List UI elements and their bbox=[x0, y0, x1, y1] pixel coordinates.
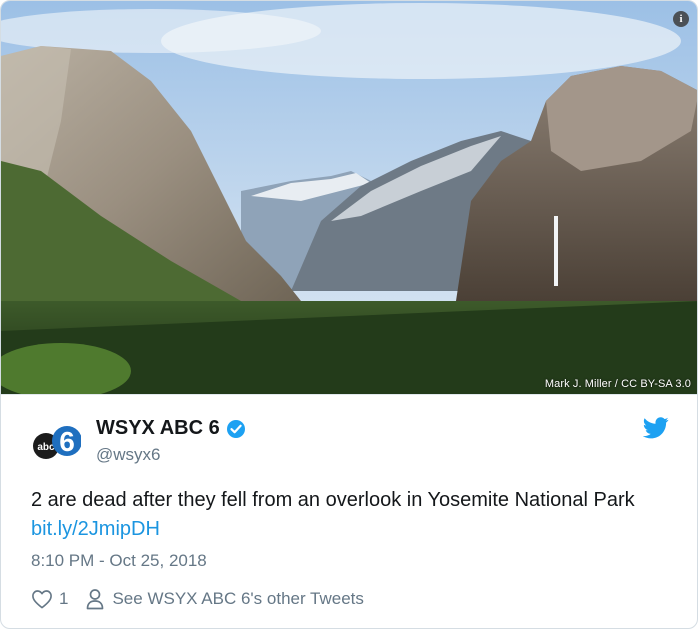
tweet-photo[interactable]: i Mark J. Miller / CC BY-SA 3.0 bbox=[1, 1, 697, 394]
author-name-row[interactable]: WSYX ABC 6 bbox=[96, 417, 246, 440]
info-icon[interactable]: i bbox=[673, 11, 689, 27]
twitter-bird-icon[interactable] bbox=[643, 417, 669, 439]
tweet-text: 2 are dead after they fell from an overl… bbox=[31, 486, 671, 544]
verified-badge-icon bbox=[226, 419, 245, 438]
account-handle[interactable]: @wsyx6 bbox=[96, 445, 161, 465]
svg-text:6: 6 bbox=[59, 426, 75, 457]
tweet-timestamp[interactable]: 8:10 PM - Oct 25, 2018 bbox=[31, 551, 207, 571]
tweet-link[interactable]: bit.ly/2JmipDH bbox=[31, 518, 160, 540]
see-other-tweets-link[interactable]: See WSYX ABC 6's other Tweets bbox=[112, 589, 363, 609]
display-name[interactable]: WSYX ABC 6 bbox=[96, 417, 220, 440]
account-avatar[interactable]: abc 6 bbox=[31, 415, 81, 465]
tweet-body: abc 6 WSYX ABC 6 @wsyx6 2 are dead after… bbox=[1, 394, 697, 628]
heart-icon[interactable] bbox=[31, 589, 53, 609]
person-icon[interactable] bbox=[86, 588, 104, 610]
embedded-tweet-card: i Mark J. Miller / CC BY-SA 3.0 abc 6 WS… bbox=[0, 0, 698, 629]
tweet-actions: 1 See WSYX ABC 6's other Tweets bbox=[31, 588, 364, 610]
photo-credit: Mark J. Miller / CC BY-SA 3.0 bbox=[544, 378, 691, 390]
like-count[interactable]: 1 bbox=[59, 589, 68, 609]
yosemite-valley-image bbox=[1, 1, 697, 394]
tweet-text-body: 2 are dead after they fell from an overl… bbox=[31, 489, 635, 511]
